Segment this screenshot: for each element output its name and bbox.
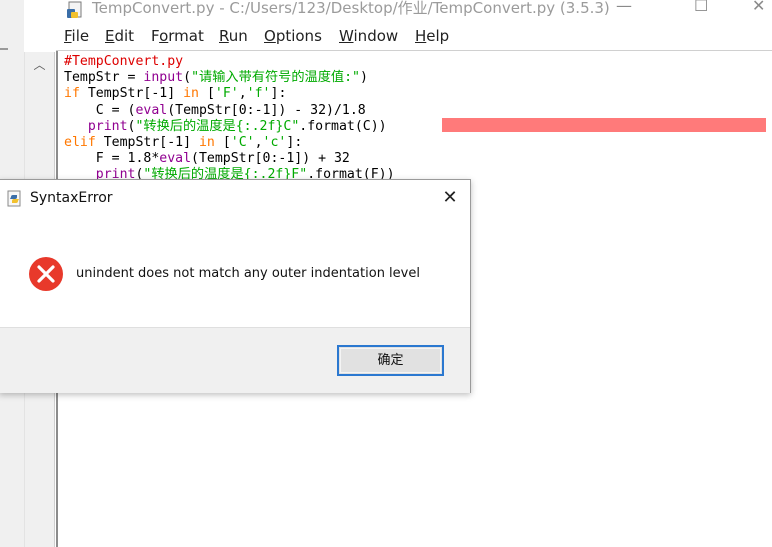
code-token: (TempStr[0:-1]) + 32 [191,151,350,167]
python-icon [7,190,21,207]
menu-bar: File Edit Format Run Options Window Help [56,24,772,51]
menu-mnemonic: H [415,27,427,45]
menu-mnemonic: o [159,27,169,45]
code-token: ) [359,70,368,86]
title-bar[interactable]: TempConvert.py - C:/Users/123/Desktop/作业… [56,0,772,22]
syntax-error-dialog: SyntaxError ✕ unindent does not match an… [0,179,471,393]
builtin-token: input [143,70,184,86]
menu-mnemonic: F [64,27,72,45]
code-token: ]: [286,134,303,150]
builtin-token: eval [159,151,192,167]
code-token: [ [199,86,215,102]
menu-file[interactable]: File [64,27,89,45]
menu-mnemonic: E [105,27,115,45]
menu-mnemonic: R [219,27,229,45]
keyword-token: in [198,134,215,150]
comment-token: #TempConvert.py [64,54,184,69]
code-token: TempStr = [64,70,144,86]
menu-mnemonic: O [264,27,276,45]
string-token: 'f' [246,86,271,102]
string-token: "转换后的温度是{:.2f}C" [135,118,300,134]
keyword-token: elif [64,134,96,150]
menu-run[interactable]: Run [219,27,248,45]
code-line: elif TempStr[-1] in ['C','c']: [64,135,395,151]
menu-help[interactable]: Help [415,27,449,45]
code-token: (TempStr[0:-1]) - 32)/1.8 [167,102,366,118]
code-line: C = (eval(TempStr[0:-1]) - 32)/1.8 [64,103,395,119]
error-icon [29,257,63,291]
code-token: .format(C)) [299,118,387,134]
minimize-icon[interactable]: — [616,0,632,15]
code-line: TempStr = input("请输入带有符号的温度值:") [64,70,395,86]
code-token: ]: [270,86,287,102]
menu-edit[interactable]: Edit [105,27,134,45]
menu-format[interactable]: Format [151,27,204,45]
builtin-token: print [87,118,128,134]
code-token: C = ( [64,102,136,118]
close-window-icon[interactable]: ✕ [752,0,765,15]
idle-file-icon [67,1,82,18]
code-text: #TempConvert.py TempStr = input("请输入带有符号的… [64,54,395,184]
menu-options[interactable]: Options [264,27,322,45]
string-token: 'c' [262,134,287,150]
dialog-body: unindent does not match any outer indent… [0,218,470,326]
error-highlight [442,118,766,132]
ok-button[interactable]: 确定 [337,345,444,376]
background-window-mark [0,48,8,50]
keyword-token: if [64,86,80,102]
scroll-up-icon[interactable]: ︿ [25,52,54,78]
string-token: 'F' [214,86,239,102]
keyword-token: in [183,86,199,102]
code-line: #TempConvert.py [64,54,395,70]
error-message: unindent does not match any outer indent… [76,266,420,281]
maximize-icon[interactable]: ☐ [694,0,708,15]
string-token: 'C' [230,134,255,150]
code-token: TempStr[-1] [95,134,199,150]
code-token: TempStr[-1] [79,86,184,102]
code-token: , [254,134,263,150]
code-token: , [238,86,247,102]
window-title: TempConvert.py - C:/Users/123/Desktop/作业… [92,0,610,17]
dialog-footer: 确定 [0,327,470,393]
dialog-title: SyntaxError [30,190,113,206]
dialog-close-icon[interactable]: ✕ [440,186,460,210]
code-line: if TempStr[-1] in ['F','f']: [64,86,395,102]
menu-mnemonic: W [339,27,354,45]
code-token: ( [183,70,192,86]
code-token: [ [214,134,231,150]
menu-window[interactable]: Window [339,27,398,45]
dialog-title-bar[interactable]: SyntaxError ✕ [0,180,470,218]
string-token: "请输入带有符号的温度值:" [191,70,360,86]
code-line: print("转换后的温度是{:.2f}C".format(C)) [64,119,395,135]
builtin-token: eval [135,102,168,118]
code-line: F = 1.8*eval(TempStr[0:-1]) + 32 [64,151,395,167]
ok-button-label: 确定 [377,353,404,368]
code-token: F = 1.8* [64,151,160,167]
